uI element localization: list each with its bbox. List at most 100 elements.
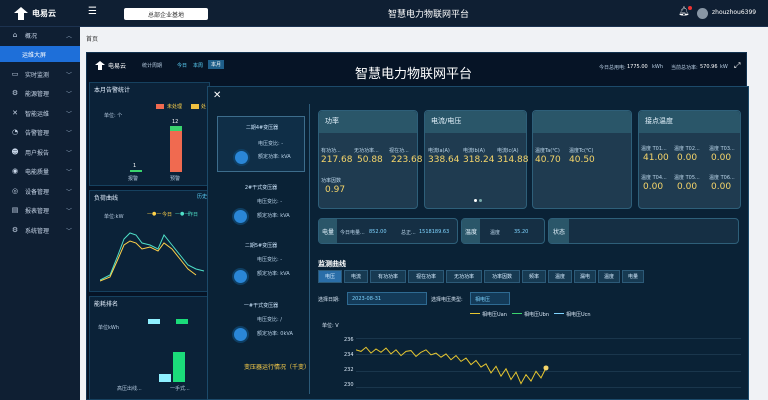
sidebar-item-quality[interactable]: ◉ 电能质量 ﹀ [0,163,80,179]
voltage-type-select[interactable]: 相电压 [470,292,510,305]
x-label-warning: 预警 [170,176,181,182]
tab-energy[interactable]: 电量 [622,270,644,283]
tab-active-power[interactable]: 有功功率 [370,270,406,283]
y-tick-230: 230 [344,382,354,388]
bar-warning [170,131,182,172]
sidebar-item-alarm[interactable]: ◔ 告警管理 ﹀ [0,124,80,140]
today-power-unit: kWh [652,64,664,70]
voltage-chart [356,338,741,388]
device-icon: ◎ [11,187,19,195]
yesterday-line [100,232,205,281]
legend-today: 今日 [162,212,173,218]
today-power-label: 今日总用电: [599,65,626,71]
sidebar-item-table[interactable]: ▤ 报表管理 ﹀ [0,202,80,218]
wrench-icon: ✕ [12,109,18,117]
load-curve-panel: 负荷曲线 历史 单位:kW —●— 今日 —●— 昨日 [89,190,210,292]
legend-yesterday: 昨日 [188,212,199,218]
home-icon: ⌂ [12,31,18,39]
legend-handled-swatch [191,104,199,109]
legend-unhandled-swatch [156,104,164,109]
sidebar-item-overview[interactable]: ⌂ 概况 ︿ [0,27,80,43]
tab-apparent-power[interactable]: 视在功率 [408,270,444,283]
chart-unit: 单位: V [322,323,339,329]
carousel-dot-active[interactable] [474,199,477,202]
sidebar-item-report[interactable]: ☻ 用户报告 ﹀ [0,144,80,160]
chart-grid [356,338,741,388]
transformer-item-2[interactable]: 2#干式变压器 电压变比: - 额定功率: kVA [217,180,305,236]
contact-card-title: 接点温度 [639,111,740,133]
period-month[interactable]: 本月 [208,60,225,69]
y-tick-234: 234 [344,352,354,358]
transformer-icon [233,149,250,166]
contact-temperature-card: 接点温度 温度 T01... 温度 T02... 温度 T03... 41.00… [638,110,741,209]
legend-ubn-line [512,313,522,314]
settings-icon: ⚙ [11,226,19,234]
bar-alarm [130,170,142,172]
legend-unhandled: 未处理 [167,104,183,110]
series-end-point[interactable] [543,365,549,371]
divider [309,104,310,394]
today-power-value: 1775.00 [627,64,648,70]
monitor-icon: ▭ [11,70,19,78]
energy-panel-title: 能耗排名 [94,301,119,308]
transformer-item-3[interactable]: 二期5#变压器 电压变比: - 额定功率: kVA [217,238,305,294]
sidebar-item-energy[interactable]: ⚙ 能源管理 ﹀ [0,85,80,101]
stat-period-label: 统计周期 [142,63,163,69]
carousel-dot[interactable] [479,199,482,202]
temperature-card: 温度Ta(℃) 温度Tc(℃) 40.70 40.50 [532,110,632,209]
transformer-item-1[interactable]: 二期4#变压器 电压变比: - 额定功率: kVA [217,116,305,172]
monitor-title: 监测曲线 [318,260,346,268]
tab-current[interactable]: 电流 [344,270,368,283]
username[interactable]: zhouzhou6399 [712,9,756,16]
sidebar-item-system[interactable]: ⚙ 系统管理 ﹀ [0,222,80,238]
avatar[interactable] [697,8,708,19]
legend-swatch-2 [176,319,188,324]
fullscreen-icon[interactable]: ⤢ [734,61,740,71]
period-today[interactable]: 今日 [177,62,187,69]
close-icon[interactable]: ✕ [213,90,221,101]
load-history-tab[interactable]: 历史 [197,193,207,200]
quality-icon: ◉ [11,167,19,175]
load-curve-chart [100,232,205,282]
legend-handled: 处 [201,104,207,110]
tab-reactive-power[interactable]: 无功功率 [446,270,482,283]
org-selector[interactable]: 总部企业基地 [124,8,208,20]
sidebar-item-ops-screen[interactable]: 运维大屏 [0,46,80,62]
energy-x-label-2: 一手式... [170,386,190,392]
breadcrumb[interactable]: 首页 [86,34,98,43]
legend-ucn: 相电压Ucn [566,312,591,318]
sidebar-item-device[interactable]: ◎ 设备管理 ﹀ [0,183,80,199]
tab-voltage[interactable]: 电压 [318,270,342,283]
sidebar-item-smart-ops[interactable]: ✕ 智能运维 ﹀ [0,105,80,121]
app-logo-text: 电易云 [32,9,56,18]
temperature-label: 温度 [462,219,480,243]
chevron-up-icon: ︿ [65,32,72,40]
alarm-stats-panel: 本月告警统计 未处理 处 单位: 个 1 12 报警 预警 [89,82,210,186]
tab-power-factor[interactable]: 功率因数 [484,270,520,283]
date-picker[interactable]: 2023-08-31 [347,292,427,305]
energy-bar-1 [159,374,171,382]
tab-leakage[interactable]: 漏电 [574,270,596,283]
menu-toggle-icon[interactable]: ☰ [88,6,97,17]
dash-logo-icon [95,61,105,70]
top-bar: 电易云 ☰ 总部企业基地 智慧电力物联网平台 🔔︎ zhouzhou6399 [0,0,768,27]
energy-x-label-1: 高压出线... [117,386,142,392]
platform-title: 智慧电力物联网平台 [388,10,470,20]
sidebar-item-realtime[interactable]: ▭ 实时监测 ﹀ [0,66,80,82]
temperature-card-header [533,111,631,133]
tab-temperature-2[interactable]: 温度 [598,270,620,283]
state-info-box: 状态 [548,218,739,244]
energy-unit: 单位kWh [98,325,120,331]
power-card-title: 功率 [319,111,417,133]
notification-dot [688,6,692,10]
transformer-item-4[interactable]: 一#干式变压器 电压变比: / 额定功率: 0kVA [217,298,305,354]
load-panel-title: 负荷曲线 [94,195,119,202]
tab-frequency[interactable]: 频率 [522,270,546,283]
period-week[interactable]: 本周 [193,62,203,69]
legend-today-marker: —●— [147,211,162,217]
chart-series [356,346,549,385]
x-label-alarm: 报警 [128,176,139,182]
transformer-icon [232,268,249,285]
tab-temperature[interactable]: 温度 [548,270,572,283]
current-card-title: 电流/电压 [425,111,526,133]
